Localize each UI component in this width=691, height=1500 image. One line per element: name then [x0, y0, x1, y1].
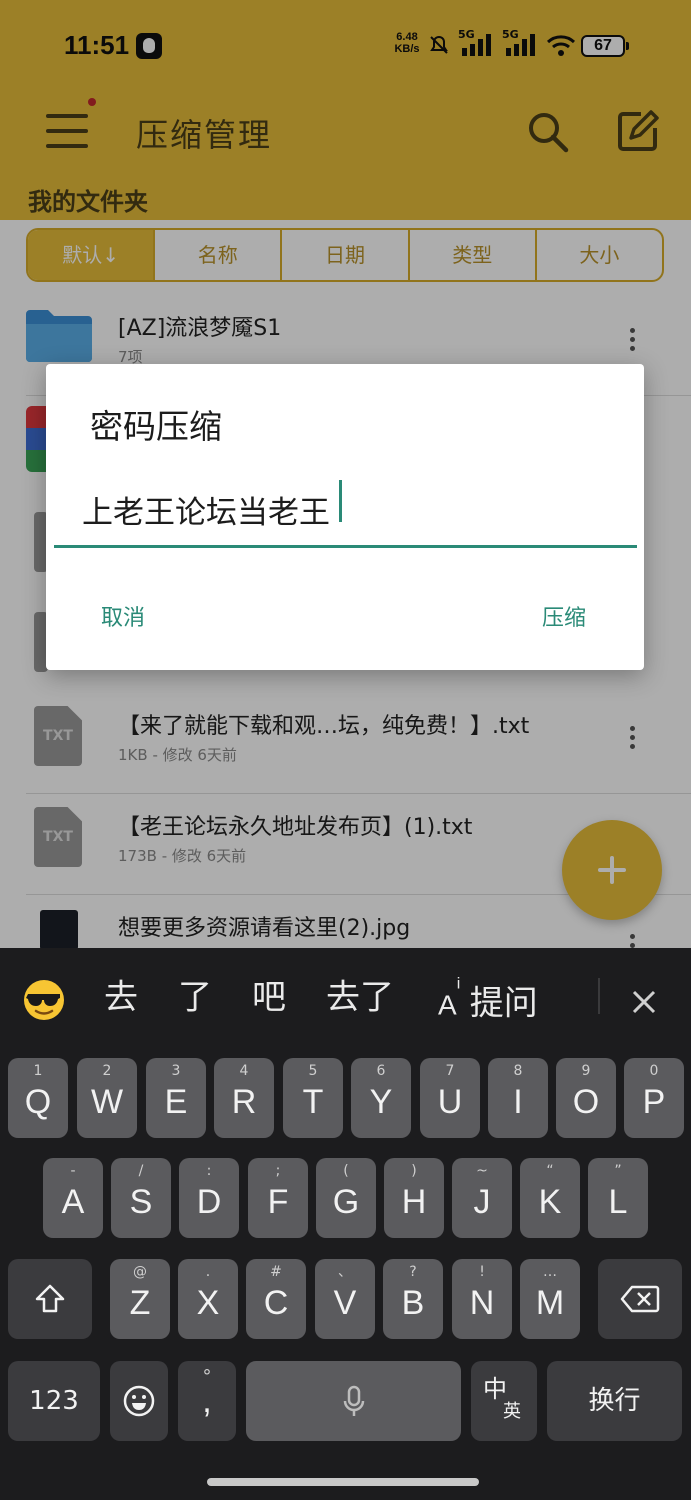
candidate-word[interactable]: 去了	[326, 970, 394, 1019]
text-cursor	[339, 480, 342, 522]
key-y[interactable]: 6Y	[351, 1058, 411, 1138]
key-o[interactable]: 9O	[556, 1058, 616, 1138]
key-q[interactable]: 1Q	[8, 1058, 68, 1138]
key-z[interactable]: @ Z	[110, 1259, 170, 1339]
backspace-key[interactable]	[598, 1259, 682, 1339]
key-v[interactable]: 、 V	[315, 1259, 375, 1339]
ai-ask-button[interactable]: Ai 提问	[438, 976, 538, 1025]
key-i[interactable]: 8I	[488, 1058, 548, 1138]
key-l[interactable]: ” L	[588, 1158, 648, 1238]
microphone-icon	[343, 1385, 365, 1416]
key-m[interactable]: … M	[520, 1259, 580, 1339]
home-indicator[interactable]	[207, 1478, 479, 1486]
candidate-word[interactable]: 了	[178, 970, 212, 1019]
key-r[interactable]: 4R	[214, 1058, 274, 1138]
key-d[interactable]: :D	[179, 1158, 239, 1238]
key-w[interactable]: 2W	[77, 1058, 137, 1138]
candidate-bar: 去 了 吧 去了 Ai 提问	[0, 948, 691, 1052]
space-key[interactable]	[246, 1361, 461, 1441]
key-b[interactable]: ? B	[383, 1259, 443, 1339]
key-e[interactable]: 3E	[146, 1058, 206, 1138]
key-s[interactable]: / S	[111, 1158, 171, 1238]
key-t[interactable]: 5T	[283, 1058, 343, 1138]
compress-button[interactable]: 压缩	[542, 600, 586, 632]
key-f[interactable]: ; F	[248, 1158, 308, 1238]
cancel-button[interactable]: 取消	[101, 600, 145, 632]
key-g[interactable]: (G	[316, 1158, 376, 1238]
shift-key[interactable]	[8, 1259, 92, 1339]
key-k[interactable]: “K	[520, 1158, 580, 1238]
key-c[interactable]: # C	[246, 1259, 306, 1339]
password-compress-dialog: 密码压缩 取消 压缩	[46, 364, 644, 670]
shift-icon	[35, 1284, 65, 1313]
key-p[interactable]: 0P	[624, 1058, 684, 1138]
emoji-sunglasses-icon[interactable]	[22, 978, 66, 1022]
smiley-icon	[123, 1385, 155, 1417]
enter-key[interactable]: 换行	[547, 1361, 682, 1441]
ai-icon: Ai	[438, 975, 461, 1021]
key-h[interactable]: ) H	[384, 1158, 444, 1238]
key-x[interactable]: .X	[178, 1259, 238, 1339]
close-icon[interactable]	[630, 988, 658, 1016]
punctuation-key[interactable]: ° ,	[178, 1361, 236, 1441]
language-switch-key[interactable]: 中 英	[471, 1361, 537, 1441]
backspace-icon	[620, 1285, 660, 1313]
key-a[interactable]: -A	[43, 1158, 103, 1238]
ai-ask-label: 提问	[469, 983, 538, 1024]
dialog-title: 密码压缩	[90, 407, 222, 446]
keyboard: 去 了 吧 去了 Ai 提问 1Q 2W 3E 4R 5T 6Y 7U 8I 9…	[0, 948, 691, 1500]
key-n[interactable]: ! N	[452, 1259, 512, 1339]
password-input[interactable]	[54, 474, 637, 548]
key-u[interactable]: 7U	[420, 1058, 480, 1138]
candidate-word[interactable]: 吧	[252, 970, 286, 1019]
numbers-key[interactable]: 123	[8, 1361, 100, 1441]
candidate-word[interactable]: 去	[104, 970, 138, 1019]
key-j[interactable]: ~ J	[452, 1158, 512, 1238]
emoji-key[interactable]	[110, 1361, 168, 1441]
